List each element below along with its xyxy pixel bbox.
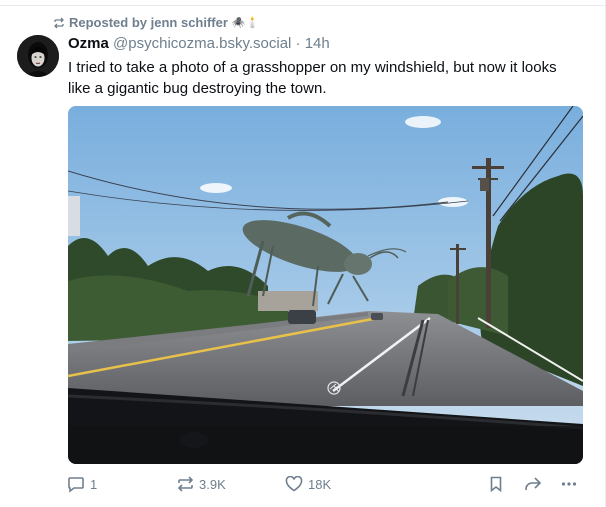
like-icon [285, 476, 303, 492]
post-actions: 1 3.9K 18K [0, 476, 606, 496]
repost-emoji: 🕷️🕯️ [231, 17, 260, 29]
author-name[interactable]: Ozma [68, 35, 109, 52]
like-button[interactable]: 18K [285, 476, 331, 492]
repost-label: Reposted by jenn schiffer [69, 15, 228, 30]
bookmark-button[interactable] [489, 476, 503, 492]
post-header: Ozma @psychicozma.bsky.social · 14h [68, 35, 330, 52]
more-options-button[interactable] [561, 476, 577, 492]
post-timestamp[interactable]: 14h [305, 35, 330, 52]
like-count: 18K [308, 476, 332, 492]
avatar[interactable] [17, 35, 59, 77]
more-icon [561, 476, 577, 492]
top-divider [0, 5, 606, 6]
header-separator: · [295, 35, 301, 52]
bookmark-icon [489, 476, 503, 492]
reply-count: 1 [90, 477, 98, 492]
post-text: I tried to take a photo of a grasshopper… [68, 59, 557, 97]
repost-context[interactable]: Reposted by jenn schiffer 🕷️🕯️ [53, 15, 259, 30]
repost-count: 3.9K [199, 476, 226, 492]
repost-icon [53, 17, 65, 29]
repost-icon [177, 476, 194, 492]
grasshopper-photo [68, 106, 583, 464]
share-icon [524, 476, 542, 492]
reply-button[interactable]: 1 [67, 476, 97, 493]
share-button[interactable] [524, 476, 542, 492]
author-handle[interactable]: @psychicozma.bsky.social [113, 35, 291, 52]
post-image[interactable] [68, 106, 583, 464]
reply-icon [67, 476, 85, 493]
repost-button[interactable]: 3.9K [177, 476, 226, 492]
